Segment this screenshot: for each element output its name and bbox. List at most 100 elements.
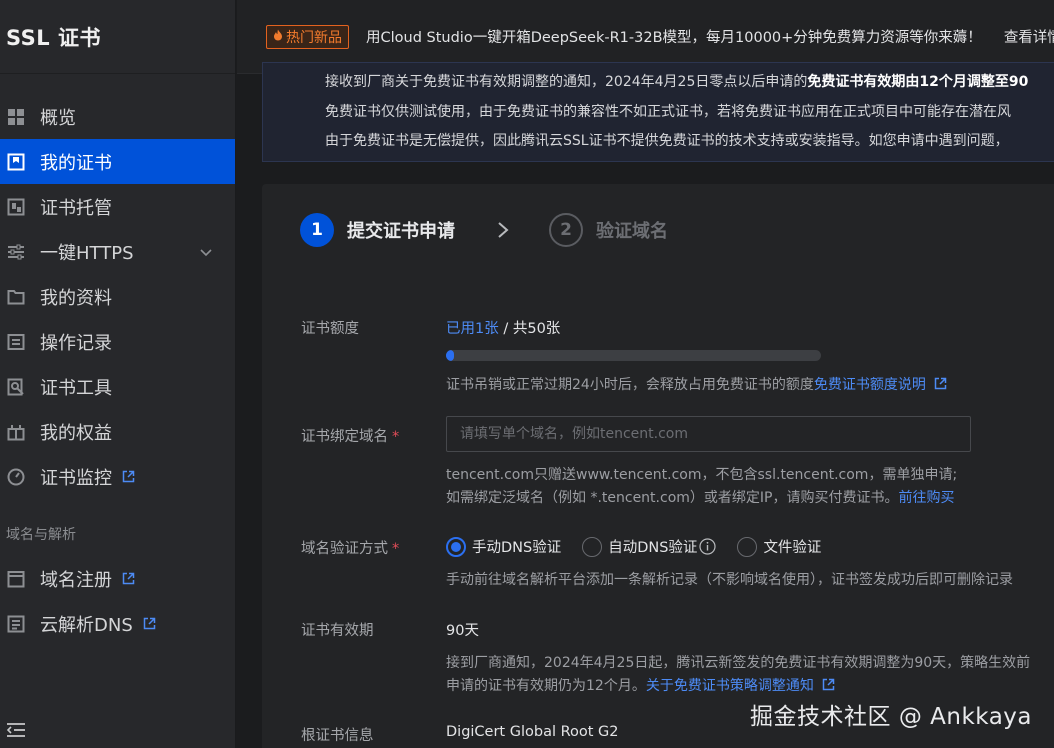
sidebar-menu: 概览 我的证书 证书托管 一键HTTPS 我的资料 操作记录 证书工具 我的权益… [0,74,235,646]
sidebar-item-label: 证书监控 [40,467,112,489]
sidebar-item-cert-monitor[interactable]: 证书监控 [0,454,235,499]
banner-details-link[interactable]: 查看详情 [1004,26,1054,47]
quota-progress-bar [446,350,821,361]
verify-method-label-text: 域名验证方式 [301,541,388,557]
sidebar-item-cloud-dns[interactable]: 云解析DNS [0,601,235,646]
hot-new-label: 热门新品 [286,29,342,46]
sidebar-item-cert-tools[interactable]: 证书工具 [0,364,235,409]
validity-value: 90天 [446,623,479,639]
domain-help-2-text: 如需绑定泛域名（例如 *.tencent.com）或者绑定IP，请购买付费证书。 [446,490,899,506]
validity-help-2: 申请的证书有效期仍为12个月。关于免费证书策略调整通知 [446,675,835,695]
sidebar-title: SSL 证书 [0,0,235,74]
sidebar-item-label: 证书工具 [40,377,112,399]
quota-help: 证书吊销或正常过期24小时后，会释放占用免费证书的额度免费证书额度说明 [446,374,947,394]
flame-icon [273,29,283,45]
sidebar-item-my-profile[interactable]: 我的资料 [0,274,235,319]
radio-manual-dns[interactable]: 手动DNS验证 [446,536,561,557]
sidebar-item-domain-registration[interactable]: 域名注册 [0,556,235,601]
sidebar-item-one-click-https[interactable]: 一键HTTPS [0,229,235,274]
sidebar-section-domain: 域名与解析 [6,527,76,543]
monitor-icon [6,467,26,487]
required-mark: * [392,541,400,557]
sidebar-item-label: 证书托管 [40,197,112,219]
sidebar-item-operation-log[interactable]: 操作记录 [0,319,235,364]
quota-used-link[interactable]: 已用1张 [446,321,499,337]
radio-file-verify-label: 文件验证 [763,540,822,556]
watermark: 掘金技术社区 @ Ankkaya [750,704,1032,730]
root-cert-value: DigiCert Global Root G2 [446,724,619,740]
banner-text[interactable]: 用Cloud Studio一键开箱DeepSeek-R1-32B模型，每月100… [366,26,982,47]
grid-icon [6,107,26,127]
radio-auto-dns-label: 自动DNS验证 [608,540,698,556]
sidebar-item-label: 一键HTTPS [40,242,134,264]
sidebar-item-my-benefits[interactable]: 我的权益 [0,409,235,454]
radio-dot [737,536,758,557]
validity-label: 证书有效期 [301,623,374,639]
sidebar-item-label: 我的证书 [40,152,112,174]
sidebar-item-label: 我的权益 [40,422,112,444]
step-1-label: 提交证书申请 [347,221,455,242]
domain-label: 证书绑定域名 * [301,425,399,446]
domain-input[interactable] [446,416,971,452]
sidebar-item-my-certificates[interactable]: 我的证书 [0,139,235,184]
verify-method-label: 域名验证方式 * [301,537,399,558]
certificate-icon [6,152,26,172]
step-2-number: 2 [549,213,583,247]
quota-label: 证书额度 [301,321,359,337]
sidebar-item-hosting[interactable]: 证书托管 [0,184,235,229]
dns-icon [6,614,26,634]
external-link-icon[interactable] [934,377,947,390]
notice-line-1-bold: 免费证书有效期由12个月调整至90 [807,74,1029,90]
tool-icon [6,377,26,397]
notice-line-1: 接收到厂商关于免费证书有效期调整的通知，2024年4月25日零点以后申请的免费证… [325,71,1028,91]
sliders-icon [6,242,26,262]
external-link-icon[interactable] [822,678,835,691]
quota-help-link[interactable]: 免费证书额度说明 [814,377,926,393]
external-link-icon [122,572,135,585]
apply-certificate-card: 1 提交证书申请 2 验证域名 证书额度 已用1张 / 共50张 证书吊销或正常… [262,184,1054,748]
step-1-number: 1 [300,213,334,247]
step-2-label: 验证域名 [596,221,668,242]
domain-help-2: 如需绑定泛域名（例如 *.tencent.com）或者绑定IP，请购买付费证书。… [446,487,954,507]
sidebar-item-label: 云解析DNS [40,614,133,636]
radio-manual-dns-label: 手动DNS验证 [472,540,562,556]
hosting-icon [6,197,26,217]
chevron-right-icon [497,221,509,239]
quota-total: / 共50张 [498,321,561,337]
root-cert-label: 根证书信息 [301,728,374,744]
validity-help-1: 接到厂商通知，2024年4月25日起，腾讯云新签发的免费证书有效期调整为90天，… [446,655,1031,671]
required-mark: * [392,429,400,445]
external-link-icon [143,617,156,630]
validity-help-2-text: 申请的证书有效期仍为12个月。 [446,678,646,694]
info-icon[interactable] [699,538,717,555]
radio-auto-dns[interactable]: 自动DNS验证 [582,536,717,557]
domain-help-1: tencent.com只赠送www.tencent.com，不包含ssl.ten… [446,467,958,483]
sidebar-item-label: 概览 [40,107,76,129]
quota-value: 已用1张 / 共50张 [446,317,560,338]
calendar-icon [6,569,26,589]
sidebar-item-label: 域名注册 [40,569,112,591]
radio-dot [582,536,603,557]
verify-help: 手动前往域名解析平台添加一条解析记录（不影响域名使用），证书签发成功后即可删除记… [446,572,1013,588]
radio-dot-checked [446,536,466,557]
gift-icon [6,422,26,442]
chevron-down-icon[interactable] [199,243,213,264]
policy-notice-link[interactable]: 关于免费证书策略调整通知 [646,678,814,694]
domain-label-text: 证书绑定域名 [301,429,388,445]
log-icon [6,332,26,352]
quota-progress-fill [446,350,454,361]
steps: 1 提交证书申请 2 验证域名 [300,213,668,247]
quota-help-text: 证书吊销或正常过期24小时后，会释放占用免费证书的额度 [446,377,814,393]
folder-icon [6,287,26,307]
notice-panel: 接收到厂商关于免费证书有效期调整的通知，2024年4月25日零点以后申请的免费证… [262,62,1054,162]
buy-paid-cert-link[interactable]: 前往购买 [898,490,954,506]
external-link-icon [122,470,135,483]
sidebar-item-label: 操作记录 [40,332,112,354]
notice-line-1-text: 接收到厂商关于免费证书有效期调整的通知，2024年4月25日零点以后申请的 [325,74,808,90]
sidebar-item-label: 我的资料 [40,287,112,309]
hot-new-badge[interactable]: 热门新品 [266,24,349,49]
radio-file-verify[interactable]: 文件验证 [737,536,821,557]
collapse-sidebar-icon[interactable] [6,722,26,742]
notice-line-2: 免费证书仅供测试使用，由于免费证书的兼容性不如正式证书，若将免费证书应用在正式项… [325,104,1011,120]
sidebar-item-overview[interactable]: 概览 [0,94,235,139]
